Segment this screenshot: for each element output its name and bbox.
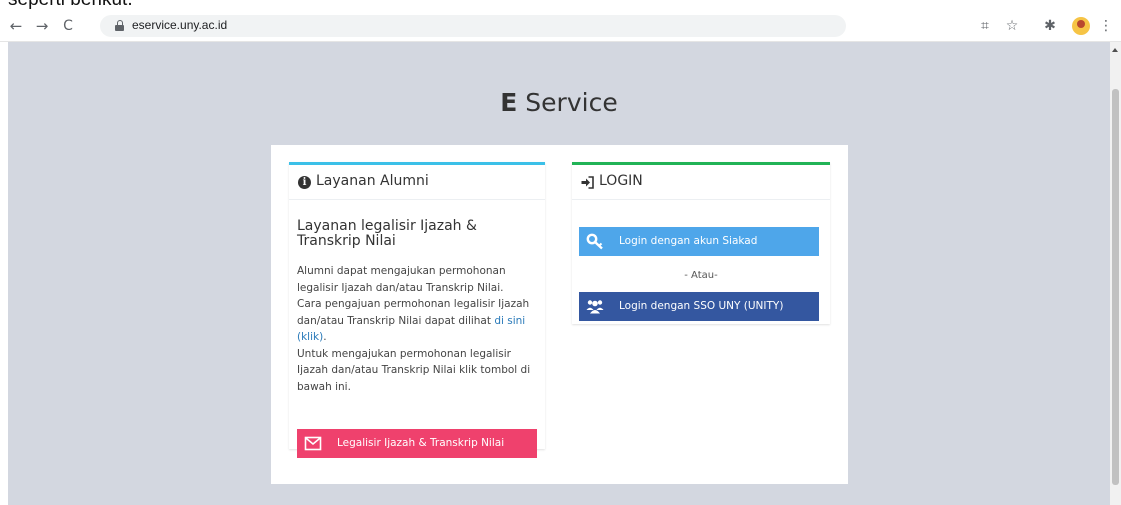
bookmark-star-icon[interactable]: ☆ [1003,16,1021,36]
scroll-thumb[interactable] [1112,89,1119,485]
page-title: E Service [500,88,618,117]
or-separator: - Atau- [684,270,718,281]
login-card: LOGIN Login dengan akun Siakad - Atau- L… [572,162,830,324]
browser-menu-icon[interactable]: ⋮ [1099,16,1113,36]
url-text[interactable]: eservice.uny.ac.id [132,18,227,32]
users-icon [586,300,604,314]
browser-toolbar: ← → C eservice.uny.ac.id ⌗ ☆ ✱ ⋮ [0,12,1121,42]
scroll-up-icon[interactable] [1112,48,1118,52]
qr-code-icon[interactable]: ⌗ [976,16,994,36]
lock-icon[interactable] [115,20,124,31]
sso-login-button[interactable]: Login dengan SSO UNY (UNITY) [579,292,819,321]
extensions-puzzle-icon[interactable]: ✱ [1041,16,1059,36]
login-card-title: LOGIN [599,173,643,189]
sign-in-icon [581,176,594,189]
siakad-login-button[interactable]: Login dengan akun Siakad [579,227,819,256]
siakad-login-label: Login dengan akun Siakad [619,235,758,247]
profile-avatar[interactable] [1072,17,1090,35]
page-viewport: E Service i Layanan Alumni Layanan legal… [8,42,1110,505]
info-circle-icon: i [298,176,311,189]
caption-text: seperti berikut. [8,0,133,11]
login-card-header: LOGIN [572,165,830,200]
back-icon[interactable]: ← [6,16,26,36]
alumni-card-title: Layanan Alumni [316,173,429,189]
content-container: i Layanan Alumni Layanan legalisir Ijaza… [271,145,848,484]
alumni-card-header: i Layanan Alumni [289,165,545,200]
reload-icon[interactable]: C [58,16,78,36]
key-icon [586,233,603,250]
legalisir-button-label: Legalisir Ijazah & Transkrip Nilai [337,437,505,449]
document-caption: seperti berikut. [0,0,1121,12]
sso-login-label: Login dengan SSO UNY (UNITY) [619,300,784,312]
forward-icon[interactable]: → [32,16,52,36]
envelope-icon [304,436,322,451]
address-bar[interactable]: eservice.uny.ac.id [100,15,846,37]
alumni-heading: Layanan legalisir Ijazah & Transkrip Nil… [297,218,477,249]
legalisir-button[interactable]: Legalisir Ijazah & Transkrip Nilai [297,429,537,458]
alumni-description: Alumni dapat mengajukan permohonan legal… [297,265,531,393]
page-scrollbar[interactable] [1110,42,1121,505]
alumni-card: i Layanan Alumni Layanan legalisir Ijaza… [289,162,545,458]
